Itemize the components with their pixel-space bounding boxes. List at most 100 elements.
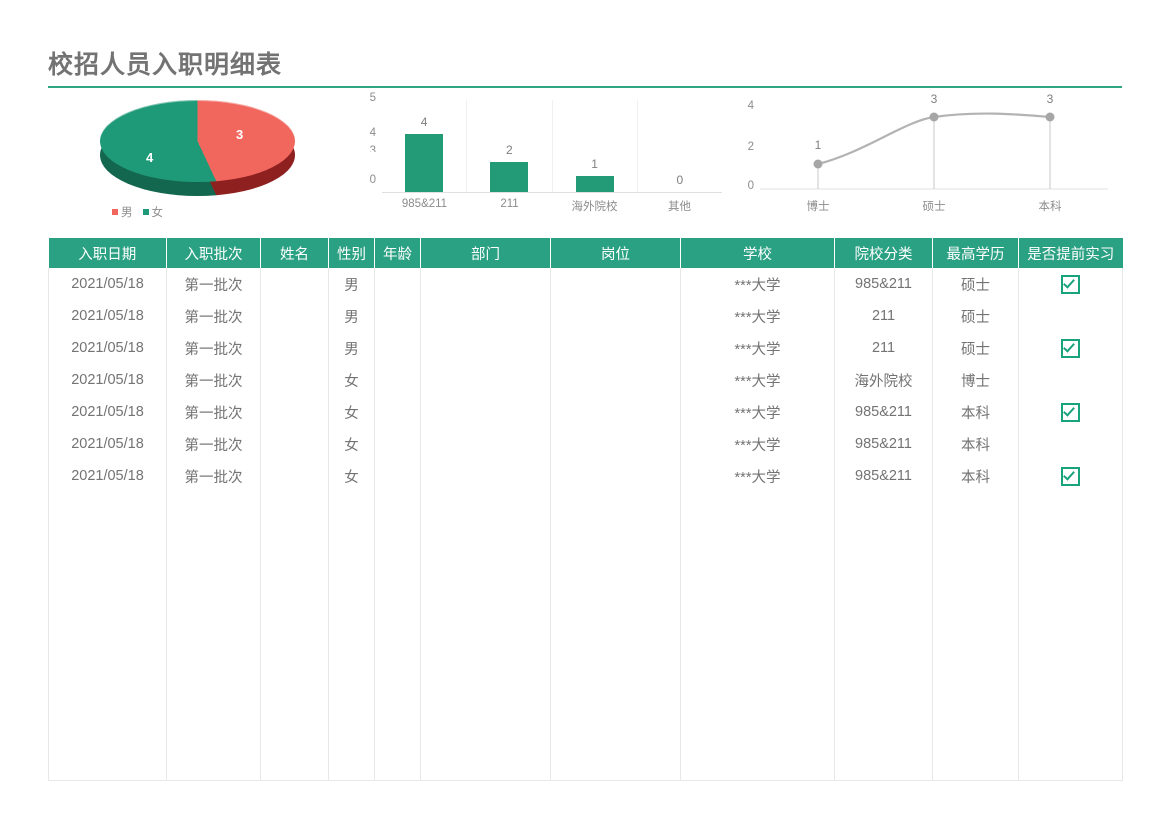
cell-empty[interactable] [260, 556, 329, 588]
cell-empty[interactable] [834, 716, 933, 748]
cell-highest-degree[interactable]: 硕士 [932, 332, 1019, 364]
cell-empty[interactable] [932, 588, 1019, 620]
table-row-empty[interactable] [48, 620, 1123, 652]
cell-empty[interactable] [932, 652, 1019, 684]
cell-empty[interactable] [374, 652, 421, 684]
cell-highest-degree[interactable]: 博士 [932, 364, 1019, 396]
cell-department[interactable] [420, 428, 551, 460]
cell-empty[interactable] [680, 492, 835, 524]
cell-empty[interactable] [932, 492, 1019, 524]
col-header-position[interactable]: 岗位 [550, 238, 681, 268]
cell-age[interactable] [374, 300, 421, 332]
cell-empty[interactable] [48, 620, 167, 652]
cell-highest-degree[interactable]: 本科 [932, 428, 1019, 460]
cell-name[interactable] [260, 460, 329, 492]
cell-empty[interactable] [48, 492, 167, 524]
cell-entry-date[interactable]: 2021/05/18 [48, 460, 167, 492]
cell-empty[interactable] [420, 652, 551, 684]
cell-empty[interactable] [550, 748, 681, 781]
cell-empty[interactable] [374, 620, 421, 652]
cell-empty[interactable] [834, 748, 933, 781]
cell-empty[interactable] [420, 748, 551, 781]
cell-empty[interactable] [550, 524, 681, 556]
cell-empty[interactable] [420, 492, 551, 524]
cell-age[interactable] [374, 460, 421, 492]
cell-department[interactable] [420, 396, 551, 428]
table-row-empty[interactable] [48, 556, 1123, 588]
cell-department[interactable] [420, 364, 551, 396]
cell-empty[interactable] [420, 588, 551, 620]
cell-prior-intern[interactable] [1018, 364, 1123, 396]
table-row-empty[interactable] [48, 748, 1123, 781]
cell-entry-date[interactable]: 2021/05/18 [48, 332, 167, 364]
cell-empty[interactable] [374, 588, 421, 620]
cell-school[interactable]: ***大学 [680, 428, 835, 460]
cell-position[interactable] [550, 396, 681, 428]
cell-age[interactable] [374, 332, 421, 364]
cell-gender[interactable]: 男 [328, 332, 375, 364]
table-row-empty[interactable] [48, 684, 1123, 716]
table-row[interactable]: 2021/05/18 第一批次 女 ***大学 985&211 本科 [48, 396, 1123, 428]
cell-prior-intern[interactable] [1018, 428, 1123, 460]
cell-empty[interactable] [420, 524, 551, 556]
cell-empty[interactable] [550, 716, 681, 748]
cell-gender[interactable]: 男 [328, 300, 375, 332]
cell-empty[interactable] [374, 716, 421, 748]
cell-position[interactable] [550, 428, 681, 460]
cell-prior-intern[interactable] [1018, 300, 1123, 332]
cell-school-category[interactable]: 985&211 [834, 396, 933, 428]
cell-empty[interactable] [1018, 620, 1123, 652]
cell-position[interactable] [550, 364, 681, 396]
cell-highest-degree[interactable]: 硕士 [932, 300, 1019, 332]
school-category-bar-chart[interactable]: 5 4 3 0 4 2 1 0 985&211 211 海外院校 其他 [352, 92, 722, 232]
cell-age[interactable] [374, 428, 421, 460]
cell-empty[interactable] [48, 684, 167, 716]
cell-empty[interactable] [834, 620, 933, 652]
cell-empty[interactable] [374, 524, 421, 556]
cell-empty[interactable] [166, 748, 261, 781]
cell-school-category[interactable]: 海外院校 [834, 364, 933, 396]
cell-empty[interactable] [166, 620, 261, 652]
cell-school[interactable]: ***大学 [680, 268, 835, 300]
cell-empty[interactable] [48, 652, 167, 684]
table-row[interactable]: 2021/05/18 第一批次 女 ***大学 985&211 本科 [48, 460, 1123, 492]
cell-entry-batch[interactable]: 第一批次 [166, 460, 261, 492]
cell-highest-degree[interactable]: 本科 [932, 460, 1019, 492]
cell-department[interactable] [420, 332, 551, 364]
cell-entry-batch[interactable]: 第一批次 [166, 396, 261, 428]
cell-empty[interactable] [834, 652, 933, 684]
table-row-empty[interactable] [48, 524, 1123, 556]
cell-entry-batch[interactable]: 第一批次 [166, 428, 261, 460]
table-row[interactable]: 2021/05/18 第一批次 男 ***大学 211 硕士 [48, 332, 1123, 364]
col-header-prior-intern[interactable]: 是否提前实习 [1018, 238, 1123, 268]
cell-gender[interactable]: 男 [328, 268, 375, 300]
cell-entry-date[interactable]: 2021/05/18 [48, 364, 167, 396]
cell-empty[interactable] [260, 524, 329, 556]
cell-department[interactable] [420, 460, 551, 492]
cell-name[interactable] [260, 268, 329, 300]
cell-empty[interactable] [680, 620, 835, 652]
cell-empty[interactable] [680, 652, 835, 684]
cell-school-category[interactable]: 211 [834, 332, 933, 364]
cell-empty[interactable] [680, 588, 835, 620]
cell-empty[interactable] [1018, 716, 1123, 748]
cell-age[interactable] [374, 364, 421, 396]
col-header-name[interactable]: 姓名 [260, 238, 329, 268]
cell-empty[interactable] [420, 620, 551, 652]
cell-school-category[interactable]: 985&211 [834, 428, 933, 460]
cell-empty[interactable] [834, 556, 933, 588]
cell-name[interactable] [260, 300, 329, 332]
cell-empty[interactable] [374, 556, 421, 588]
cell-entry-batch[interactable]: 第一批次 [166, 332, 261, 364]
cell-empty[interactable] [1018, 588, 1123, 620]
cell-empty[interactable] [680, 748, 835, 781]
cell-name[interactable] [260, 428, 329, 460]
cell-empty[interactable] [48, 716, 167, 748]
cell-highest-degree[interactable]: 本科 [932, 396, 1019, 428]
cell-school-category[interactable]: 211 [834, 300, 933, 332]
cell-empty[interactable] [328, 684, 375, 716]
cell-empty[interactable] [260, 620, 329, 652]
table-row[interactable]: 2021/05/18 第一批次 女 ***大学 985&211 本科 [48, 428, 1123, 460]
degree-line-chart[interactable]: 4 2 0 1 3 3 博士 硕士 本科 [722, 92, 1122, 232]
cell-empty[interactable] [374, 492, 421, 524]
